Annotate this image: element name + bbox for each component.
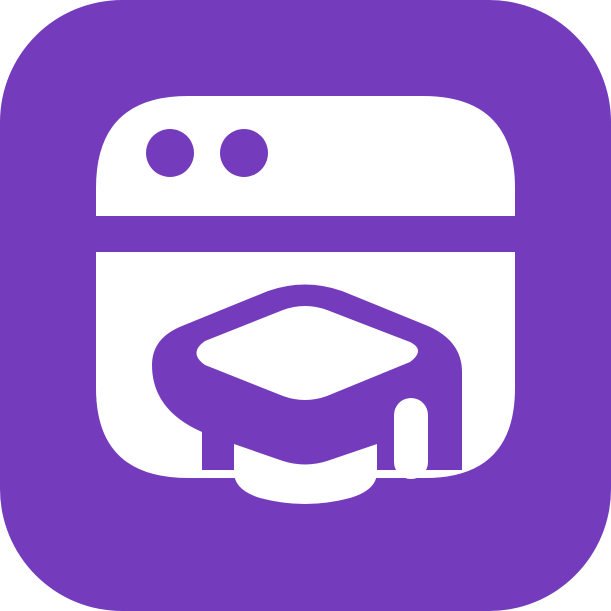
window-dot-icon-1 [146, 129, 194, 177]
graduation-cap-tassel [394, 398, 428, 479]
online-education-app-icon[interactable] [0, 0, 611, 611]
window-dot-icon-2 [220, 129, 268, 177]
app-icon-stage [0, 0, 611, 611]
